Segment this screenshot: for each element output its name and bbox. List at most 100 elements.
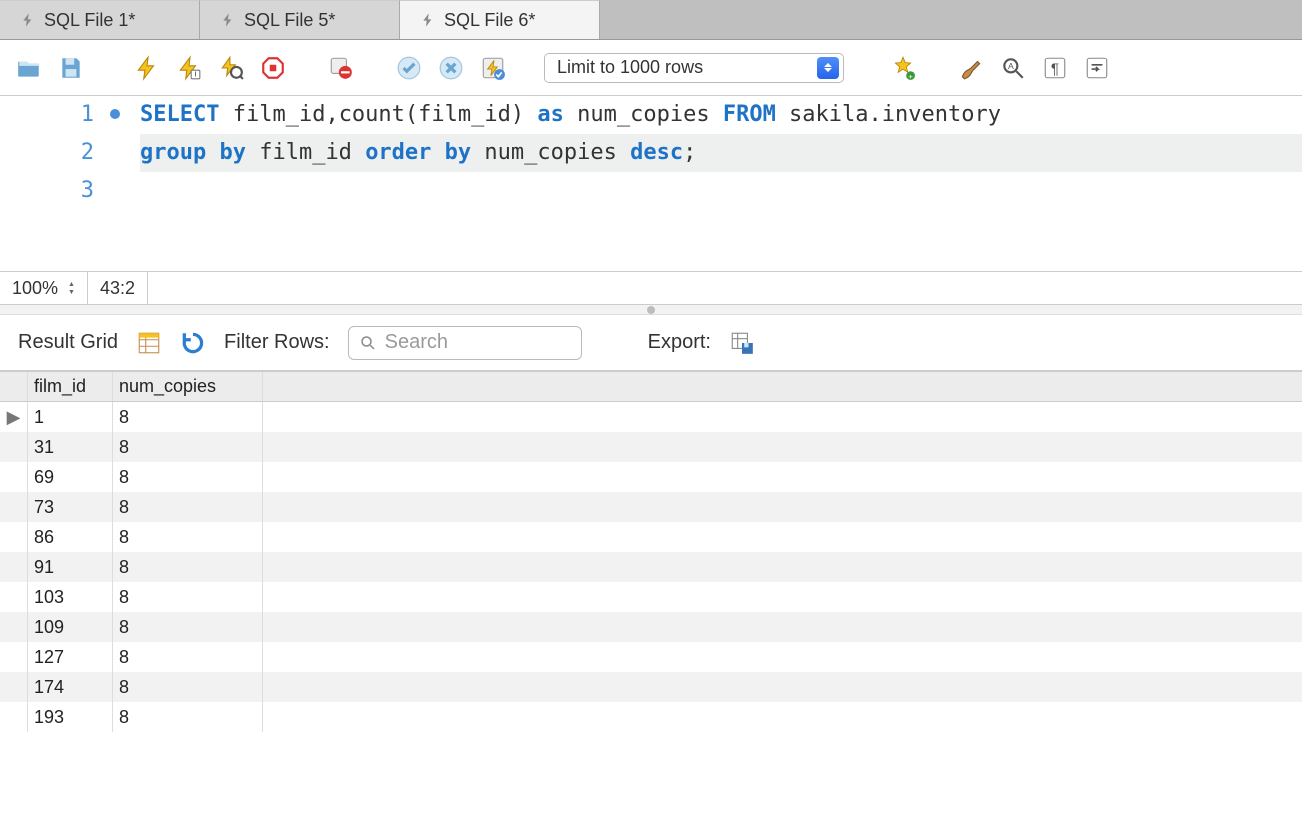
open-file-button[interactable] bbox=[12, 51, 46, 85]
column-header-num-copies[interactable]: num_copies bbox=[113, 372, 263, 401]
result-title: Result Grid bbox=[18, 331, 118, 354]
row-marker: ▶ bbox=[0, 402, 28, 432]
cell-num-copies[interactable]: 8 bbox=[113, 582, 263, 612]
cell-film-id[interactable]: 86 bbox=[28, 522, 113, 552]
row-marker bbox=[0, 522, 28, 552]
row-marker bbox=[0, 702, 28, 732]
table-row[interactable]: 1098 bbox=[0, 612, 1302, 642]
table-row[interactable]: 318 bbox=[0, 432, 1302, 462]
tab-bar: SQL File 1* SQL File 5* SQL File 6* bbox=[0, 0, 1302, 40]
execute-button[interactable] bbox=[130, 51, 164, 85]
cell-num-copies[interactable]: 8 bbox=[113, 492, 263, 522]
row-limit-label: Limit to 1000 rows bbox=[557, 57, 703, 78]
svg-text:I: I bbox=[194, 69, 196, 78]
export-label: Export: bbox=[648, 331, 711, 354]
svg-text:¶: ¶ bbox=[1051, 60, 1059, 77]
cell-film-id[interactable]: 73 bbox=[28, 492, 113, 522]
table-row[interactable]: 698 bbox=[0, 462, 1302, 492]
wrap-button[interactable] bbox=[1080, 51, 1114, 85]
rollback-button[interactable] bbox=[434, 51, 468, 85]
result-header-row: film_id num_copies bbox=[0, 372, 1302, 402]
select-arrow-icon bbox=[817, 57, 839, 79]
result-toolbar: Result Grid Filter Rows: Search Export: bbox=[0, 315, 1302, 371]
table-row[interactable]: ▶18 bbox=[0, 402, 1302, 432]
row-marker bbox=[0, 432, 28, 462]
cell-num-copies[interactable]: 8 bbox=[113, 522, 263, 552]
cell-film-id[interactable]: 31 bbox=[28, 432, 113, 462]
row-marker bbox=[0, 612, 28, 642]
row-marker bbox=[0, 492, 28, 522]
tab-label: SQL File 1* bbox=[44, 10, 135, 31]
line-gutter: 123 bbox=[0, 96, 110, 271]
table-row[interactable]: 1748 bbox=[0, 672, 1302, 702]
cell-num-copies[interactable]: 8 bbox=[113, 642, 263, 672]
zoom-stepper-icon: ▲▼ bbox=[68, 281, 75, 296]
row-marker bbox=[0, 672, 28, 702]
search-icon bbox=[359, 334, 377, 352]
cell-num-copies[interactable]: 8 bbox=[113, 672, 263, 702]
autocommit-toggle[interactable] bbox=[476, 51, 510, 85]
table-row[interactable]: 918 bbox=[0, 552, 1302, 582]
cell-film-id[interactable]: 174 bbox=[28, 672, 113, 702]
table-row[interactable]: 738 bbox=[0, 492, 1302, 522]
cell-num-copies[interactable]: 8 bbox=[113, 402, 263, 432]
pane-divider[interactable] bbox=[0, 305, 1302, 315]
cell-num-copies[interactable]: 8 bbox=[113, 702, 263, 732]
save-file-button[interactable] bbox=[54, 51, 88, 85]
cell-num-copies[interactable]: 8 bbox=[113, 552, 263, 582]
cell-film-id[interactable]: 109 bbox=[28, 612, 113, 642]
filter-label: Filter Rows: bbox=[224, 331, 330, 354]
disconnect-button[interactable] bbox=[324, 51, 358, 85]
editor-status-bar: 100% ▲▼ 43:2 bbox=[0, 271, 1302, 305]
execute-current-button[interactable]: I bbox=[172, 51, 206, 85]
explain-button[interactable] bbox=[214, 51, 248, 85]
stop-button[interactable] bbox=[256, 51, 290, 85]
sql-editor[interactable]: 123 SELECT film_id,count(film_id) as num… bbox=[0, 96, 1302, 271]
cell-num-copies[interactable]: 8 bbox=[113, 612, 263, 642]
row-marker bbox=[0, 552, 28, 582]
cell-num-copies[interactable]: 8 bbox=[113, 432, 263, 462]
find-button[interactable]: A bbox=[996, 51, 1030, 85]
cell-film-id[interactable]: 127 bbox=[28, 642, 113, 672]
show-invisible-button[interactable]: ¶ bbox=[1038, 51, 1072, 85]
cell-num-copies[interactable]: 8 bbox=[113, 462, 263, 492]
result-grid: film_id num_copies ▶18318698738868918103… bbox=[0, 371, 1302, 732]
tab-2[interactable]: SQL File 6* bbox=[400, 0, 600, 39]
cell-film-id[interactable]: 91 bbox=[28, 552, 113, 582]
svg-text:+: + bbox=[908, 71, 913, 80]
tab-label: SQL File 6* bbox=[444, 10, 535, 31]
tab-0[interactable]: SQL File 1* bbox=[0, 0, 200, 39]
table-row[interactable]: 1278 bbox=[0, 642, 1302, 672]
bolt-icon bbox=[420, 12, 436, 28]
row-marker bbox=[0, 642, 28, 672]
row-marker bbox=[0, 462, 28, 492]
refresh-icon[interactable] bbox=[180, 330, 206, 356]
svg-text:A: A bbox=[1008, 61, 1014, 71]
tab-label: SQL File 5* bbox=[244, 10, 335, 31]
cell-film-id[interactable]: 103 bbox=[28, 582, 113, 612]
table-row[interactable]: 868 bbox=[0, 522, 1302, 552]
zoom-control[interactable]: 100% ▲▼ bbox=[0, 272, 88, 304]
sql-toolbar: I Limit to 1000 rows + A ¶ bbox=[0, 40, 1302, 96]
brush-button[interactable] bbox=[954, 51, 988, 85]
row-limit-select[interactable]: Limit to 1000 rows bbox=[544, 53, 844, 83]
cell-film-id[interactable]: 69 bbox=[28, 462, 113, 492]
table-row[interactable]: 1038 bbox=[0, 582, 1302, 612]
commit-button[interactable] bbox=[392, 51, 426, 85]
filter-placeholder: Search bbox=[385, 331, 448, 354]
column-header-film-id[interactable]: film_id bbox=[28, 372, 113, 401]
tab-1[interactable]: SQL File 5* bbox=[200, 0, 400, 39]
bolt-icon bbox=[220, 12, 236, 28]
zoom-value: 100% bbox=[12, 278, 58, 299]
table-row[interactable]: 1938 bbox=[0, 702, 1302, 732]
cell-film-id[interactable]: 1 bbox=[28, 402, 113, 432]
cursor-position: 43:2 bbox=[88, 272, 148, 304]
filter-input[interactable]: Search bbox=[348, 326, 582, 360]
beautify-button[interactable]: + bbox=[886, 51, 920, 85]
code-area[interactable]: SELECT film_id,count(film_id) as num_cop… bbox=[110, 96, 1302, 271]
bolt-icon bbox=[20, 12, 36, 28]
grid-view-icon[interactable] bbox=[136, 330, 162, 356]
row-marker bbox=[0, 582, 28, 612]
export-icon[interactable] bbox=[729, 330, 755, 356]
cell-film-id[interactable]: 193 bbox=[28, 702, 113, 732]
